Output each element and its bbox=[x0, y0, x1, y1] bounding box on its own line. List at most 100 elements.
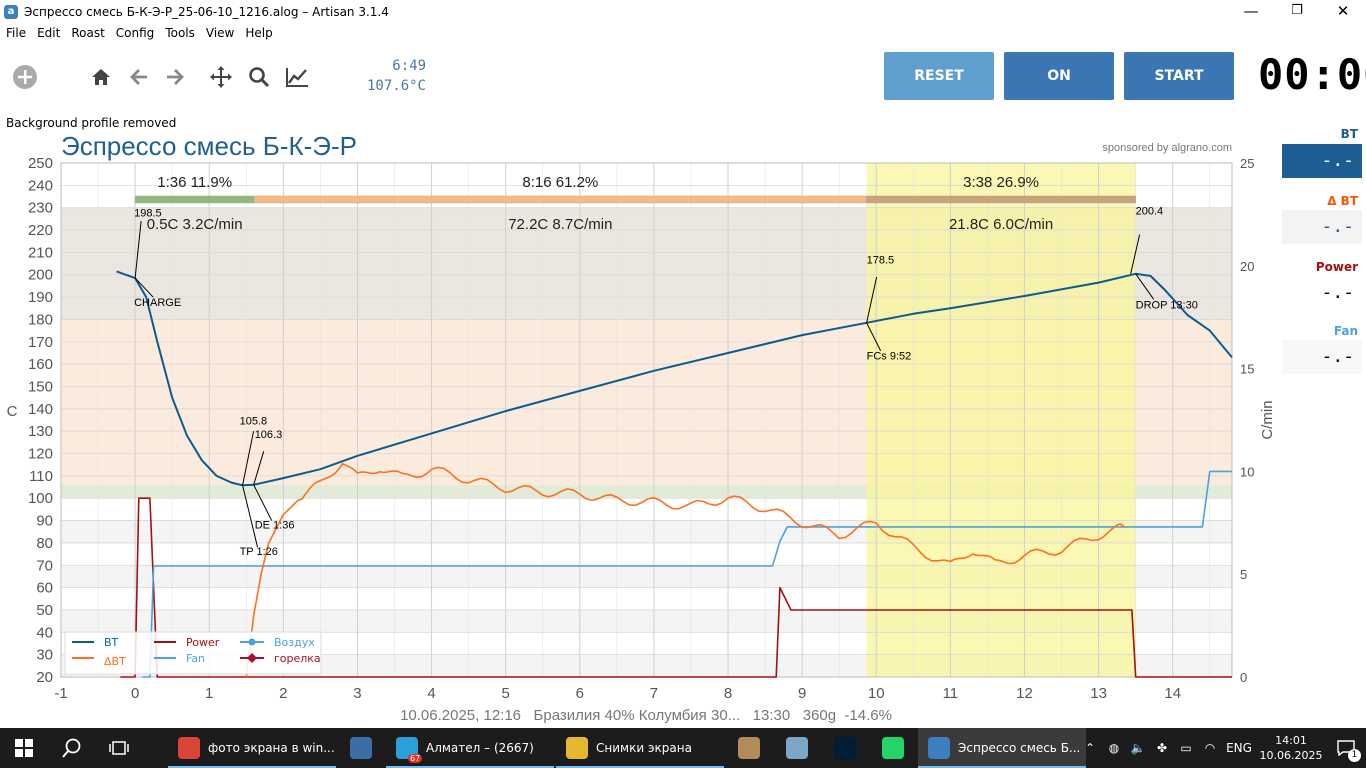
forward-arrow-icon[interactable] bbox=[162, 64, 188, 90]
y-tick-label-left: 70 bbox=[36, 557, 53, 574]
lcd-power-label: Power bbox=[1315, 260, 1358, 274]
tp-label-annotation: TP 1:26 bbox=[240, 546, 278, 558]
x-tick-label: 12 bbox=[1016, 685, 1033, 702]
de-temp-annotation: 106.3 bbox=[255, 429, 283, 441]
tp-temp-annotation: 105.8 bbox=[240, 415, 268, 427]
menu-edit[interactable]: Edit bbox=[31, 26, 65, 40]
task-view-icon bbox=[109, 741, 129, 755]
x-tick-label: 8 bbox=[724, 685, 732, 702]
taskbar-app-artisan[interactable]: Эспрессо смесь Б... bbox=[918, 728, 1086, 768]
taskbar-app-calculator[interactable] bbox=[338, 728, 384, 768]
legend-bt-label: BT bbox=[104, 636, 119, 649]
menu-config[interactable]: Config bbox=[110, 26, 160, 40]
y-tick-label-right: 10 bbox=[1240, 464, 1254, 479]
x-tick-label: 10 bbox=[868, 685, 885, 702]
y-axis-label-right: C/min bbox=[1259, 400, 1276, 439]
minimize-button[interactable]: — bbox=[1228, 0, 1274, 23]
y-tick-label-left: 220 bbox=[28, 222, 53, 239]
taskbar-app-paint[interactable] bbox=[774, 728, 820, 768]
y-tick-label-left: 250 bbox=[28, 155, 53, 172]
home-icon[interactable] bbox=[88, 64, 114, 90]
language-indicator[interactable]: ENG bbox=[1222, 741, 1256, 755]
notification-button[interactable]: 1 bbox=[1326, 728, 1366, 768]
y-tick-label-left: 210 bbox=[28, 244, 53, 261]
window-title: Эспрессо смесь Б-К-Э-Р_25-06-10_1216.alo… bbox=[24, 4, 389, 19]
artisan-icon bbox=[928, 737, 950, 759]
roast-chart[interactable]: 1:36 11.9%0.5C 3.2C/min8:16 61.2%72.2C 8… bbox=[0, 130, 1280, 728]
lcd-fan-label: Fan bbox=[1333, 324, 1358, 338]
menu-file[interactable]: File bbox=[0, 26, 31, 40]
y-tick-label-left: 60 bbox=[36, 580, 53, 597]
notification-badge: 1 bbox=[1348, 749, 1361, 762]
pan-icon[interactable] bbox=[208, 64, 234, 90]
lcd-dbt-label: Δ BT bbox=[1327, 194, 1358, 208]
taskbar-app-telegram[interactable]: Алмател – (2667) 67 bbox=[386, 728, 554, 768]
taskbar-app-whatsapp[interactable] bbox=[870, 728, 916, 768]
phase-bar-segment bbox=[134, 195, 255, 204]
drop-label-annotation: DROP 13:30 bbox=[1136, 299, 1198, 311]
legend-air-label: Воздух bbox=[274, 636, 315, 649]
zoom-icon[interactable] bbox=[246, 64, 272, 90]
status-message: Background profile removed bbox=[6, 116, 177, 130]
wifi-icon[interactable]: ◠ bbox=[1198, 741, 1222, 755]
search-button[interactable] bbox=[48, 728, 96, 768]
taskbar-app-archive[interactable] bbox=[726, 728, 772, 768]
y-tick-label-right: 25 bbox=[1240, 156, 1254, 171]
x-tick-label: 2 bbox=[279, 685, 287, 702]
chart-icon[interactable] bbox=[284, 64, 310, 90]
menu-tools[interactable]: Tools bbox=[159, 26, 200, 40]
phase-stats: 72.2C 8.7C/min bbox=[508, 216, 612, 233]
tray-app-icon[interactable]: ✤ bbox=[1150, 741, 1174, 755]
y-tick-label-left: 20 bbox=[36, 669, 53, 686]
x-tick-label: 9 bbox=[798, 685, 806, 702]
calculator-icon bbox=[350, 737, 372, 759]
y-tick-label-left: 190 bbox=[28, 289, 53, 306]
charge-temp-annotation: 198.5 bbox=[134, 208, 162, 220]
y-tick-label-left: 140 bbox=[28, 401, 53, 418]
phase-label: 1:36 11.9% bbox=[157, 174, 232, 191]
lcd-bt-value: -.- bbox=[1282, 144, 1362, 178]
x-tick-label: 5 bbox=[502, 685, 510, 702]
taskbar-app-label: Эспрессо смесь Б... bbox=[958, 741, 1081, 755]
clock-date: 10.06.2025 bbox=[1259, 749, 1323, 762]
taskbar-app-label: Снимки экрана bbox=[596, 741, 692, 755]
y-tick-label-right: 0 bbox=[1240, 670, 1247, 685]
task-view-button[interactable] bbox=[96, 728, 142, 768]
x-tick-label: 7 bbox=[650, 685, 658, 702]
maximize-button[interactable]: ❐ bbox=[1274, 0, 1320, 23]
taskbar-app-folder[interactable]: Снимки экрана bbox=[556, 728, 724, 768]
fcs-temp-annotation: 178.5 bbox=[867, 255, 895, 267]
y-tick-label-left: 120 bbox=[28, 446, 53, 463]
reset-button[interactable]: RESET bbox=[884, 52, 994, 100]
on-button[interactable]: ON bbox=[1004, 52, 1114, 100]
x-tick-label: 3 bbox=[353, 685, 361, 702]
windows-start-button[interactable] bbox=[0, 728, 48, 768]
menu-help[interactable]: Help bbox=[239, 26, 277, 40]
phase-label: 3:38 26.9% bbox=[963, 174, 1039, 191]
x-tick-label: 0 bbox=[131, 685, 139, 702]
tray-network-icon[interactable]: ◍ bbox=[1102, 741, 1126, 755]
lcd-bt-label: BT bbox=[1340, 127, 1358, 141]
y-tick-label-left: 130 bbox=[28, 423, 53, 440]
battery-icon[interactable]: ▭ bbox=[1174, 741, 1198, 755]
chart-footer: 10.06.2025, 12:16 Бразилия 40% Колумбия … bbox=[400, 707, 892, 724]
development-phase-highlight bbox=[866, 163, 1136, 677]
volume-icon[interactable]: 🔈 bbox=[1126, 741, 1150, 755]
artisan-window: a Эспрессо смесь Б-К-Э-Р_25-06-10_1216.a… bbox=[0, 0, 1366, 768]
back-arrow-icon[interactable] bbox=[126, 64, 152, 90]
start-button[interactable]: START bbox=[1124, 52, 1234, 100]
tray-chevron-icon[interactable]: ⌃ bbox=[1078, 741, 1102, 755]
artisan-app-icon: a bbox=[4, 4, 18, 19]
taskbar-clock[interactable]: 14:01 10.06.2025 bbox=[1256, 733, 1326, 763]
menu-view[interactable]: View bbox=[200, 26, 239, 40]
legend-fan-label: Fan bbox=[186, 652, 205, 665]
close-button[interactable]: ✕ bbox=[1320, 0, 1366, 23]
plus-icon[interactable] bbox=[12, 64, 38, 90]
elapsed-time-readout: 6:49 bbox=[392, 58, 426, 74]
y-axis-label-left: C bbox=[7, 403, 18, 420]
menu-roast[interactable]: Roast bbox=[65, 26, 109, 40]
title-bar: a Эспрессо смесь Б-К-Э-Р_25-06-10_1216.a… bbox=[0, 0, 1366, 23]
legend-air-marker bbox=[248, 638, 256, 646]
taskbar-app-chrome[interactable]: фото экрана в win... bbox=[168, 728, 336, 768]
taskbar-app-photoshop[interactable] bbox=[822, 728, 868, 768]
